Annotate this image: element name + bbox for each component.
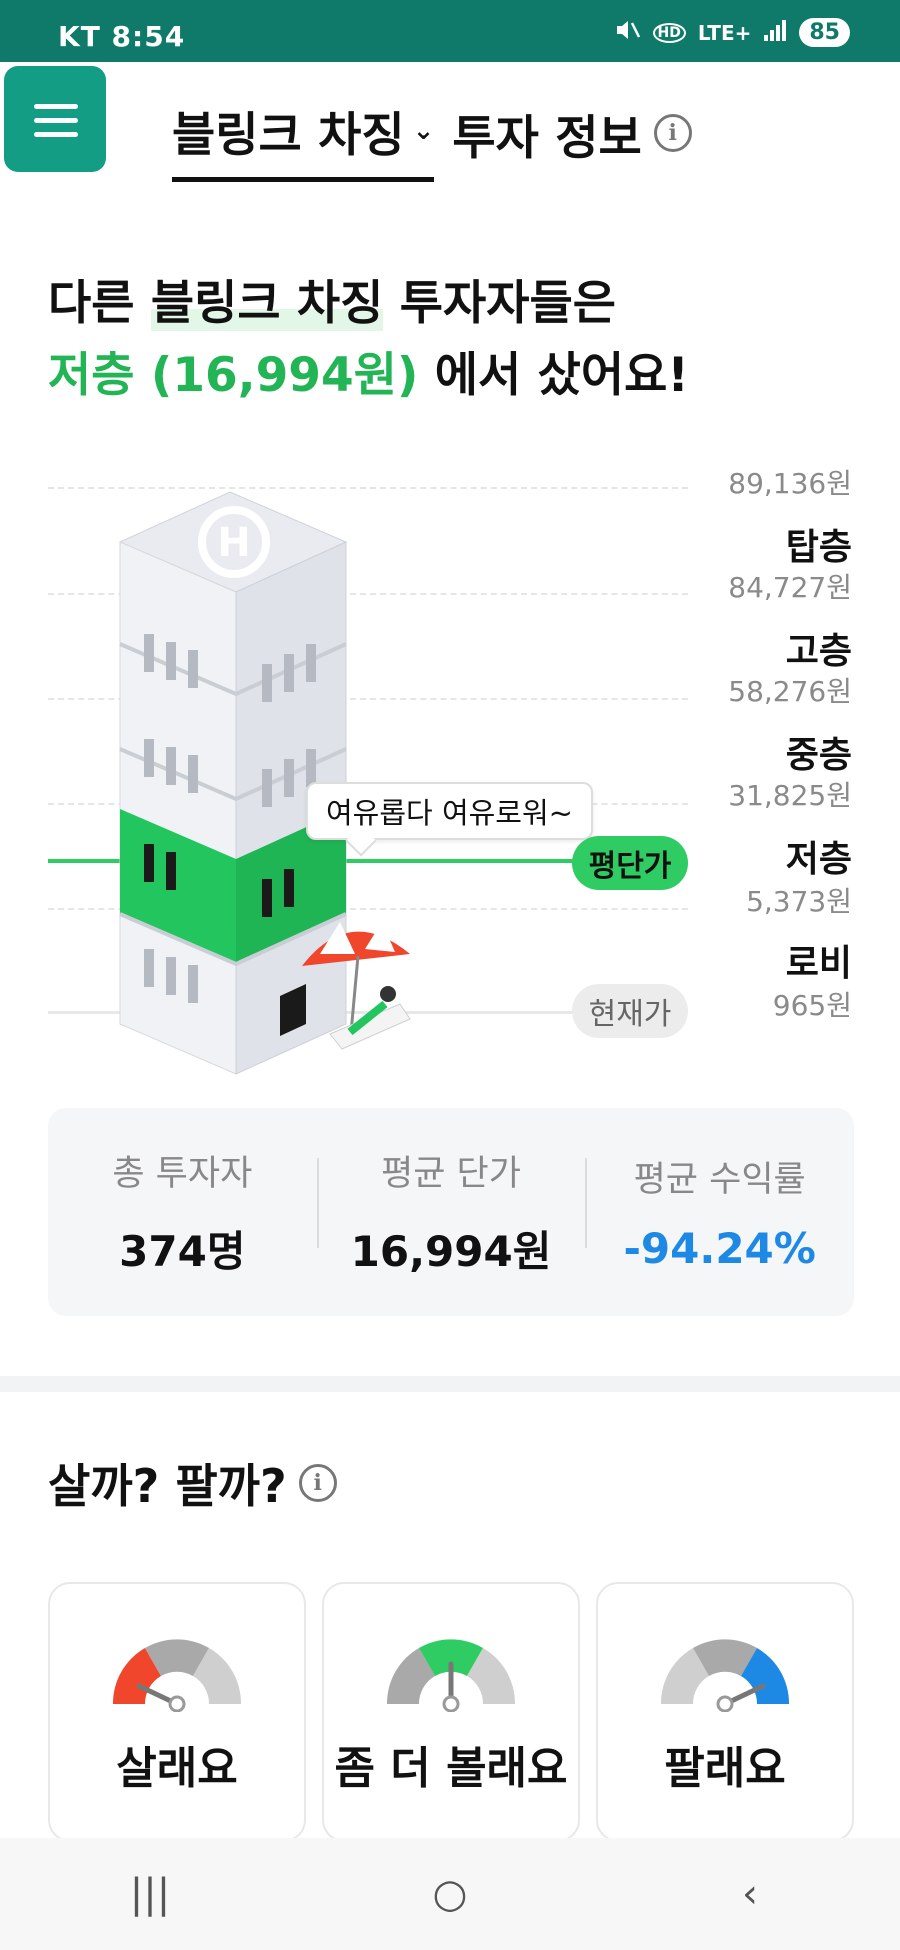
stat-value: -94.24% <box>623 1224 816 1273</box>
menu-button[interactable] <box>4 66 106 172</box>
stock-selector[interactable]: 블링크 차징 ⌄ <box>172 96 435 182</box>
floor-price: 89,136원 <box>728 467 852 500</box>
card-label: 살래요 <box>116 1743 238 1794</box>
info-icon[interactable]: i <box>653 114 692 152</box>
floor-price: 965원 <box>772 989 852 1022</box>
carrier-time: KT 8:54 <box>58 20 186 53</box>
mute-icon <box>615 18 641 47</box>
sentiment-title-text: 살까? 팔까? <box>48 1459 287 1513</box>
floor-name: 고층 <box>785 631 852 672</box>
floor-name: 탑층 <box>785 527 852 568</box>
status-icons: HD LTE+ 85 <box>615 18 850 47</box>
headline-suffix: 투자자들은 <box>383 276 616 331</box>
watch-card[interactable]: 좀 더 볼래요 <box>322 1582 580 1842</box>
floor-price: 31,825원 <box>728 779 852 812</box>
current-price-pill: 현재가 <box>572 984 688 1038</box>
info-icon[interactable]: i <box>298 1464 337 1502</box>
buy-card[interactable]: 살래요 <box>48 1582 306 1842</box>
hd-icon: HD <box>652 22 686 43</box>
sentiment-cards: 살래요 좀 더 볼래요 팔래요 <box>48 1582 854 1842</box>
title-suffix: 투자 정보 <box>452 110 642 166</box>
page-title: 블링크 차징 ⌄ 투자 정보 i <box>172 96 692 182</box>
headline-floor: 저층 (16,994원) <box>48 348 419 403</box>
status-bar: KT 8:54 HD LTE+ 85 <box>0 0 900 62</box>
card-label: 팔래요 <box>664 1743 786 1794</box>
floor-name: 로비 <box>785 943 852 984</box>
floor-price: 5,373원 <box>746 885 852 918</box>
stats-card: 총 투자자 374명 평균 단가 16,994원 평균 수익률 -94.24% <box>48 1108 854 1316</box>
battery-indicator: 85 <box>799 18 850 47</box>
sentiment-title: 살까? 팔까? i <box>48 1450 337 1516</box>
card-label: 좀 더 볼래요 <box>334 1743 568 1794</box>
headline: 다른 블링크 차징 투자자들은 저층 (16,994원) 에서 샀어요! <box>48 268 689 412</box>
average-price-pill: 평단가 <box>572 836 688 890</box>
stat-average-price: 평균 단가 16,994원 <box>316 1108 586 1316</box>
floor-price: 84,727원 <box>728 571 852 604</box>
speech-bubble: 여유롭다 여유로워~ <box>306 782 593 840</box>
headline-ending: 에서 샀어요! <box>418 348 689 403</box>
gauge-icon <box>112 1639 242 1712</box>
stat-value: 16,994원 <box>350 1227 552 1276</box>
stat-average-return: 평균 수익률 -94.24% <box>585 1108 854 1316</box>
back-icon[interactable]: ‹ <box>700 1854 800 1934</box>
lte-icon: LTE+ <box>697 20 752 45</box>
stat-value: 374명 <box>119 1227 246 1276</box>
stock-name: 블링크 차징 <box>172 108 405 163</box>
navigation-bar: ||| ○ ‹ <box>0 1838 900 1950</box>
gauge-icon <box>660 1639 790 1712</box>
stat-label: 총 투자자 <box>112 1154 253 1194</box>
floor-price: 58,276원 <box>728 675 852 708</box>
gauge-icon <box>386 1639 516 1712</box>
chevron-down-icon: ⌄ <box>412 115 435 146</box>
stat-label: 평균 단가 <box>381 1154 521 1194</box>
sell-card[interactable]: 팔래요 <box>596 1582 854 1842</box>
home-icon[interactable]: ○ <box>400 1854 500 1934</box>
floor-name: 저층 <box>785 839 852 880</box>
stat-label: 평균 수익률 <box>633 1160 806 1200</box>
stat-investors: 총 투자자 374명 <box>48 1108 317 1316</box>
section-divider <box>0 1376 900 1392</box>
headline-prefix: 다른 <box>48 276 151 331</box>
recent-apps-icon[interactable]: ||| <box>100 1854 200 1934</box>
signal-icon <box>763 19 787 46</box>
floor-name: 중층 <box>785 735 852 776</box>
svg-text:H: H <box>217 520 250 566</box>
headline-stock: 블링크 차징 <box>150 276 384 331</box>
